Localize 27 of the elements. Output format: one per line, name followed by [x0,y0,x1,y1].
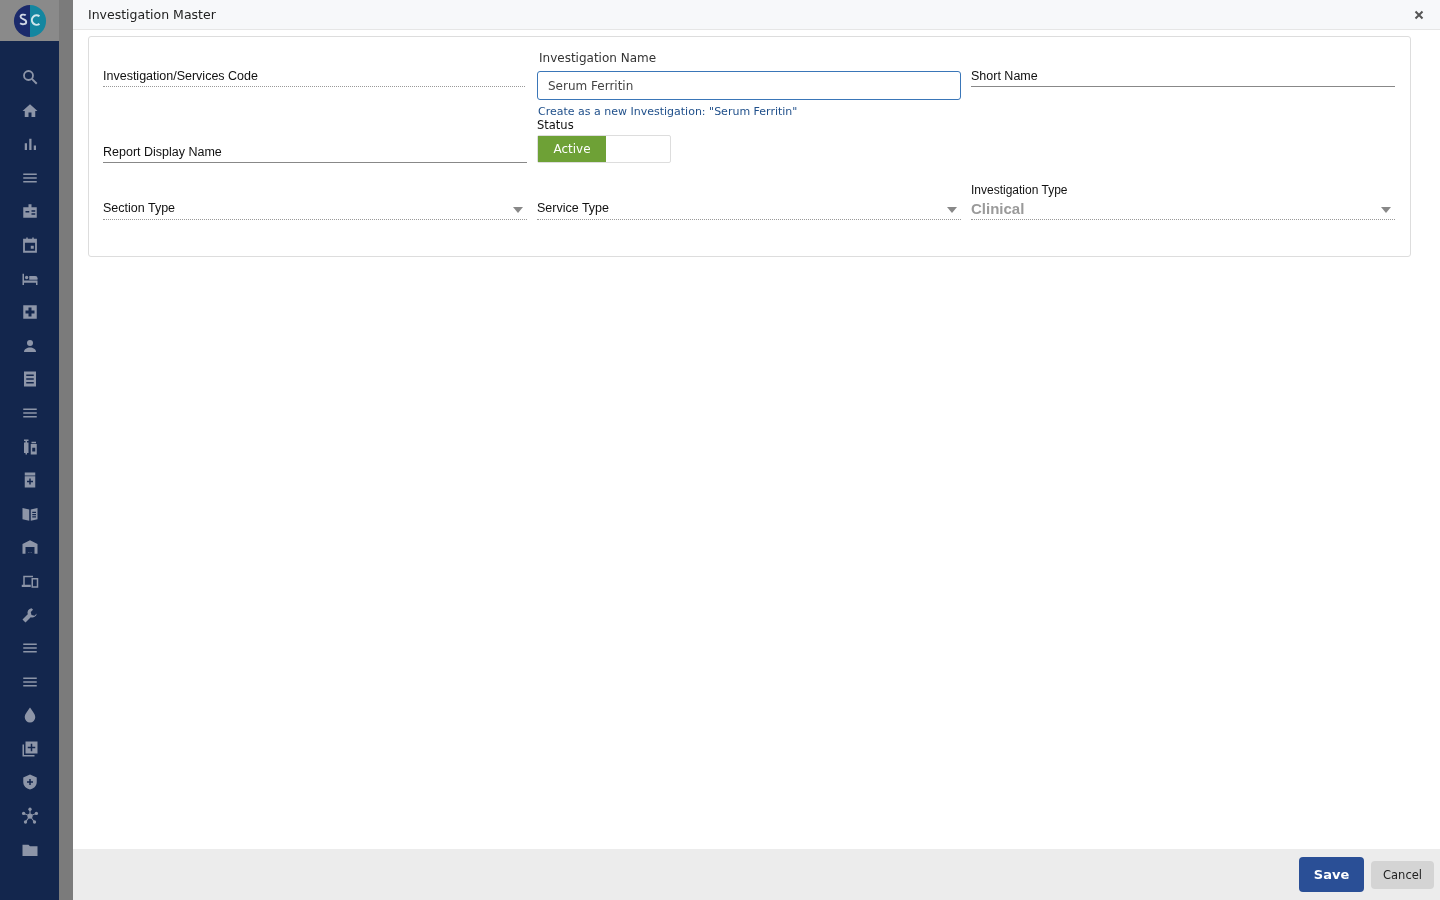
wrench-icon[interactable] [20,605,39,624]
plus-box-icon[interactable] [20,303,39,322]
hub-icon[interactable] [20,807,39,826]
create-suggestion-link[interactable]: Create as a new Investigation: "Serum Ferritin" [537,105,961,118]
report-display-name-field[interactable]: Report Display Name [103,141,527,163]
window-title: Investigation Master [88,7,216,22]
short-name-field[interactable]: Short Name [971,65,1395,87]
garage-icon[interactable] [20,538,39,557]
field-label: Investigation Name [538,51,658,65]
id-badge-icon[interactable] [20,202,39,221]
investigation-name-input[interactable]: Serum Ferritin [537,71,961,100]
close-icon[interactable] [1414,9,1424,20]
caret-icon [1381,207,1391,213]
logo-icon [12,3,47,38]
caret-icon [947,207,957,213]
caret-icon [513,207,523,213]
code-field[interactable]: Investigation/Services Code [103,65,525,87]
field-label: Investigation Type [971,183,1069,197]
field-label: Status [537,118,575,132]
cancel-button[interactable]: Cancel [1371,860,1434,889]
calendar-icon[interactable] [20,235,39,254]
save-button[interactable]: Save [1299,857,1364,892]
search-icon[interactable] [20,68,39,86]
section-type-select[interactable]: Section Type [103,197,527,220]
add-to-library-icon[interactable] [20,739,39,758]
service-type-select[interactable]: Service Type [537,197,961,220]
shield-icon[interactable] [20,773,39,792]
